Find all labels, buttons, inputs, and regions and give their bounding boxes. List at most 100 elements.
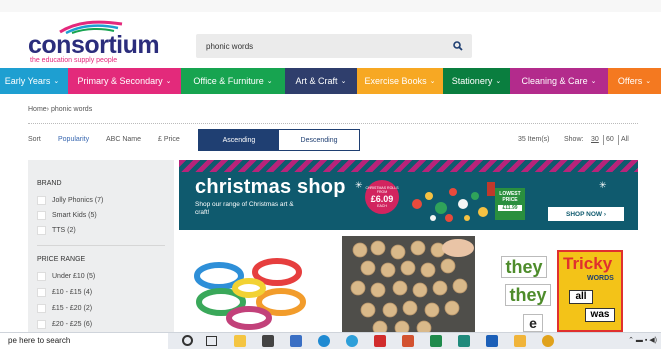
snowflake-icon: ✳ bbox=[355, 180, 363, 190]
filter-brand-jolly-phonics[interactable]: Jolly Phonics (7) bbox=[37, 194, 103, 206]
nav-exercise-books[interactable]: Exercise Books ⌄ bbox=[357, 68, 443, 94]
badge-price: £6.09 bbox=[370, 194, 394, 204]
descending-button[interactable]: Descending bbox=[279, 130, 359, 150]
search-button[interactable] bbox=[448, 36, 468, 56]
edge-icon[interactable] bbox=[318, 335, 330, 347]
search-box bbox=[196, 34, 472, 58]
product-card-tricky-words[interactable]: Tricky WORDS all was they they e bbox=[493, 236, 638, 332]
filter-label: Smart Kids (5) bbox=[52, 211, 97, 219]
banner-subtitle: Shop our range of Christmas art & craft! bbox=[195, 201, 294, 216]
sort-popularity[interactable]: Popularity bbox=[58, 136, 89, 143]
nav-label: Early Years bbox=[4, 76, 51, 86]
checkbox[interactable] bbox=[37, 287, 46, 297]
file-explorer-icon[interactable] bbox=[234, 335, 246, 347]
ie-icon[interactable] bbox=[346, 335, 358, 347]
filter-brand-tts[interactable]: TTS (2) bbox=[37, 224, 76, 236]
search-icon bbox=[453, 41, 463, 51]
nav-label: Stationery bbox=[451, 76, 493, 86]
word-card: they bbox=[501, 256, 547, 278]
category-nav: Early Years ⌄ Primary & Secondary ⌄ Office… bbox=[0, 68, 661, 94]
acrobat-icon[interactable] bbox=[374, 335, 386, 347]
nav-offers[interactable]: Offers ⌄ bbox=[608, 68, 661, 94]
word-card: they bbox=[505, 284, 551, 306]
show-60[interactable]: 60 bbox=[606, 136, 614, 143]
filter-label: Under £10 (5) bbox=[52, 272, 96, 280]
nav-office-furniture[interactable]: Office & Furniture ⌄ bbox=[181, 68, 285, 94]
banner-title: christmas shop bbox=[195, 176, 346, 198]
chrome-icon[interactable] bbox=[542, 335, 554, 347]
excel-icon[interactable] bbox=[430, 335, 442, 347]
checkbox[interactable] bbox=[37, 225, 46, 235]
breadcrumb[interactable]: Home› phonic words bbox=[28, 106, 92, 113]
item-count: 35 Item(s) bbox=[518, 136, 550, 143]
product-card-phonics-discs[interactable] bbox=[342, 236, 475, 332]
checkbox[interactable] bbox=[37, 303, 46, 313]
badge-each: EACH bbox=[377, 204, 387, 208]
snowflake-icon: ✳ bbox=[599, 180, 607, 190]
nav-label: Cleaning & Care bbox=[521, 76, 588, 86]
filter-price-15-20[interactable]: £15 - £20 (2) bbox=[37, 302, 92, 314]
sort-bar: Sort Popularity ABC Name £ Price Ascendi… bbox=[28, 129, 638, 151]
box-subtitle: WORDS bbox=[587, 275, 614, 282]
folder-icon[interactable] bbox=[514, 335, 526, 347]
checkbox[interactable] bbox=[37, 210, 46, 220]
filter-price-under-10[interactable]: Under £10 (5) bbox=[37, 270, 95, 282]
sort-price[interactable]: £ Price bbox=[158, 136, 180, 143]
checkbox[interactable] bbox=[37, 271, 46, 281]
sort-abc-name[interactable]: ABC Name bbox=[106, 136, 141, 143]
nav-label: Exercise Books bbox=[364, 76, 427, 86]
nav-label: Offers bbox=[617, 76, 643, 86]
lowest-price-badge: LOWEST PRICE £11.99 bbox=[495, 188, 525, 220]
show-all[interactable]: All bbox=[621, 136, 629, 143]
nav-stationery[interactable]: Stationery ⌄ bbox=[443, 68, 510, 94]
chevron-down-icon: ⌄ bbox=[266, 78, 273, 85]
chevron-down-icon: ⌄ bbox=[645, 78, 652, 85]
logo-wordmark: consortium bbox=[28, 31, 160, 59]
divider bbox=[37, 245, 165, 246]
filter-label: £20 - £25 (6) bbox=[52, 320, 93, 328]
nav-art-craft[interactable]: Art & Craft ⌄ bbox=[285, 68, 357, 94]
nav-label: Office & Furniture bbox=[193, 76, 264, 86]
mail-icon[interactable] bbox=[290, 335, 302, 347]
consortium-logo[interactable]: consortium the education supply people bbox=[28, 20, 168, 64]
product-card-phonics-rings[interactable] bbox=[179, 236, 329, 332]
banner-stripe bbox=[179, 160, 638, 172]
logo-tagline: the education supply people bbox=[30, 57, 118, 64]
system-tray-icons[interactable]: ⌃ ▬ ▪ ◀) bbox=[628, 336, 657, 344]
box-title: Tricky bbox=[563, 254, 613, 273]
chevron-down-icon: ⌄ bbox=[590, 78, 597, 85]
brand-filter-title: BRAND bbox=[37, 180, 62, 187]
filter-price-20-25[interactable]: £20 - £25 (6) bbox=[37, 318, 92, 330]
filter-brand-smart-kids[interactable]: Smart Kids (5) bbox=[37, 209, 97, 221]
chevron-down-icon: ⌄ bbox=[340, 78, 347, 85]
filter-price-10-15[interactable]: £10 - £15 (4) bbox=[37, 286, 92, 298]
nav-label: Art & Craft bbox=[295, 76, 338, 86]
christmas-shop-banner[interactable]: christmas shop Shop our range of Christm… bbox=[179, 160, 638, 230]
show-separator bbox=[618, 135, 619, 145]
craft-supplies-image bbox=[412, 182, 495, 222]
filter-label: TTS (2) bbox=[52, 226, 76, 234]
cortana-icon[interactable] bbox=[182, 335, 193, 346]
divider bbox=[28, 123, 638, 124]
nav-cleaning-care[interactable]: Cleaning & Care ⌄ bbox=[510, 68, 608, 94]
nav-early-years[interactable]: Early Years ⌄ bbox=[0, 68, 68, 94]
nav-primary-secondary[interactable]: Primary & Secondary ⌄ bbox=[68, 68, 181, 94]
taskbar-search-field[interactable]: pe here to search bbox=[0, 333, 168, 349]
checkbox[interactable] bbox=[37, 195, 46, 205]
store-icon[interactable] bbox=[262, 335, 274, 347]
sort-label: Sort bbox=[28, 136, 41, 143]
show-30[interactable]: 30 bbox=[591, 136, 599, 143]
search-input[interactable] bbox=[196, 34, 446, 58]
publisher-icon[interactable] bbox=[458, 335, 470, 347]
chevron-down-icon: ⌄ bbox=[495, 78, 502, 85]
shop-now-button[interactable]: SHOP NOW › bbox=[548, 207, 624, 221]
ascending-button[interactable]: Ascending bbox=[199, 130, 279, 150]
task-view-icon[interactable] bbox=[206, 336, 217, 346]
checkbox[interactable] bbox=[37, 319, 46, 329]
price-filter-title: PRICE RANGE bbox=[37, 256, 86, 263]
outlook-icon[interactable] bbox=[486, 335, 498, 347]
page: consortium the education supply people E… bbox=[0, 0, 661, 349]
filter-label: £15 - £20 (2) bbox=[52, 304, 93, 312]
chevron-down-icon: ⌄ bbox=[429, 78, 436, 85]
powerpoint-icon[interactable] bbox=[402, 335, 414, 347]
